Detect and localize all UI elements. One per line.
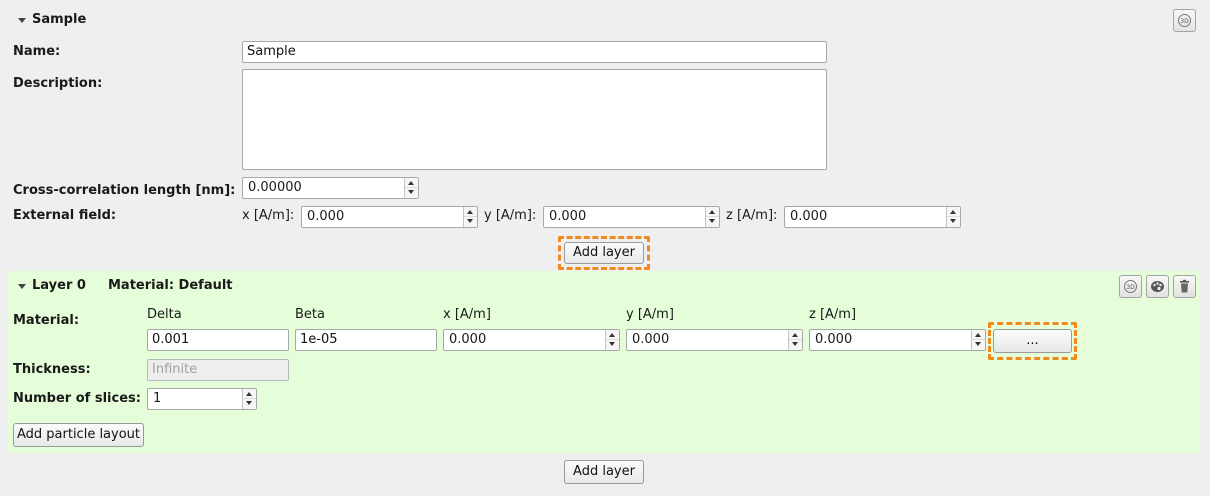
sample-section-title: Sample — [32, 12, 87, 27]
spin-arrows[interactable] — [971, 330, 985, 350]
field-y-spinbox[interactable]: 0.000 — [543, 206, 720, 228]
3d-view-icon: 3D — [1178, 14, 1191, 27]
slices-value: 1 — [153, 391, 162, 406]
x-column-header: x [A/m] — [443, 307, 491, 322]
spin-arrows[interactable] — [788, 330, 802, 350]
magnetization-z-value: 0.000 — [815, 332, 853, 347]
svg-text:3D: 3D — [1180, 18, 1189, 25]
delta-field[interactable]: 0.001 — [147, 329, 289, 351]
footer-add-layer-button[interactable]: Add layer — [564, 460, 644, 484]
magnetization-y-value: 0.000 — [632, 332, 670, 347]
3d-view-icon: 3D — [1124, 280, 1137, 293]
field-z-label: z [A/m]: — [726, 208, 778, 223]
magnetization-z-spinbox[interactable]: 0.000 — [809, 329, 986, 351]
crosscorr-value: 0.00000 — [248, 180, 302, 195]
external-field-label: External field: — [13, 208, 117, 223]
name-label: Name: — [13, 44, 61, 59]
collapse-layer-icon[interactable] — [18, 284, 26, 289]
crosscorr-spinbox[interactable]: 0.00000 — [242, 177, 419, 199]
magnetization-x-spinbox[interactable]: 0.000 — [443, 329, 620, 351]
layer-delete-button[interactable] — [1173, 275, 1196, 298]
field-z-spinbox[interactable]: 0.000 — [784, 206, 961, 228]
spin-arrows[interactable] — [605, 330, 619, 350]
material-palette-icon — [1151, 281, 1164, 292]
z-column-header: z [A/m] — [809, 307, 857, 322]
add-particle-layout-button[interactable]: Add particle layout — [13, 423, 144, 447]
field-x-label: x [A/m]: — [242, 208, 295, 223]
field-x-spinbox[interactable]: 0.000 — [301, 206, 478, 228]
magnetization-y-spinbox[interactable]: 0.000 — [626, 329, 803, 351]
svg-text:3D: 3D — [1126, 284, 1135, 291]
spin-arrows[interactable] — [404, 178, 418, 198]
material-label: Material: — [13, 313, 80, 328]
field-x-value: 0.000 — [307, 209, 345, 224]
material-more-button[interactable]: ... — [993, 329, 1072, 353]
y-column-header: y [A/m] — [626, 307, 674, 322]
sample-3d-view-button[interactable]: 3D — [1173, 9, 1196, 32]
layer-material-button[interactable] — [1146, 275, 1169, 298]
description-label: Description: — [13, 76, 103, 91]
thickness-field: Infinite — [147, 359, 289, 381]
field-z-value: 0.000 — [790, 209, 828, 224]
layer-material-title: Material: Default — [108, 278, 233, 293]
collapse-sample-icon[interactable] — [18, 18, 26, 23]
layer-title: Layer 0 — [32, 278, 86, 293]
trash-icon — [1180, 279, 1189, 293]
thickness-label: Thickness: — [13, 362, 91, 377]
description-field[interactable] — [242, 69, 827, 170]
slices-spinbox[interactable]: 1 — [147, 388, 257, 410]
delta-column-header: Delta — [147, 307, 182, 322]
beta-field[interactable]: 1e-05 — [295, 329, 437, 351]
field-y-label: y [A/m]: — [484, 208, 537, 223]
crosscorr-label: Cross-correlation length [nm]: — [13, 183, 236, 198]
magnetization-x-value: 0.000 — [449, 332, 487, 347]
spin-arrows[interactable] — [946, 207, 960, 227]
name-field[interactable]: Sample — [242, 41, 827, 63]
field-y-value: 0.000 — [549, 209, 587, 224]
layer-3d-view-button[interactable]: 3D — [1119, 275, 1142, 298]
spin-arrows[interactable] — [463, 207, 477, 227]
beta-column-header: Beta — [295, 307, 325, 322]
spin-arrows[interactable] — [705, 207, 719, 227]
spin-arrows[interactable] — [242, 389, 256, 409]
add-layer-button[interactable]: Add layer — [564, 242, 644, 264]
slices-label: Number of slices: — [13, 391, 141, 406]
